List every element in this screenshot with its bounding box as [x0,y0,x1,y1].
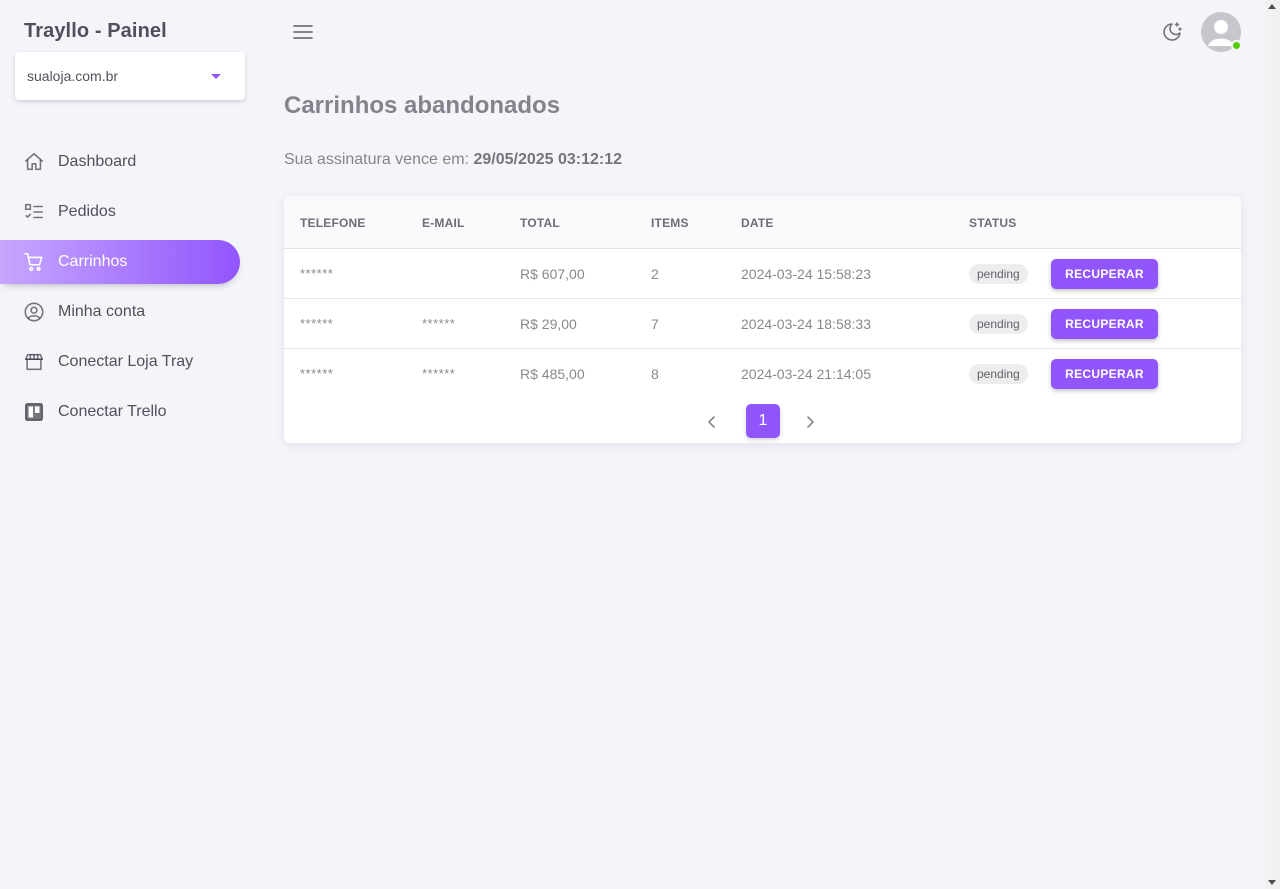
user-circle-icon [22,300,46,324]
table-row: ****** ****** R$ 485,00 8 2024-03-24 21:… [284,349,1241,399]
status-badge: pending [969,364,1028,384]
carts-table-card: TELEFONE E-MAIL TOTAL ITEMS DATE STATUS … [284,196,1241,443]
caret-down-icon [211,73,221,79]
sidebar-item-label: Carrinhos [58,253,128,270]
cell-phone: ****** [300,316,334,331]
recover-button[interactable]: RECUPERAR [1051,359,1158,389]
cell-total: R$ 485,00 [520,366,585,382]
recover-button[interactable]: RECUPERAR [1051,259,1158,289]
cell-email: ****** [422,316,456,331]
sidebar-nav: Dashboard Pedidos Carrinhos Minha conta [0,140,260,440]
subscription-label: Sua assinatura vence em: [284,151,469,168]
cell-items: 2 [651,266,659,282]
store-select[interactable]: sualoja.com.br [15,52,245,100]
checklist-icon [22,200,46,224]
app-title: Trayllo - Painel [24,20,167,42]
app-root: Trayllo - Painel sualoja.com.br Dashboar… [0,0,1265,889]
cell-total: R$ 29,00 [520,316,577,332]
menu-icon[interactable] [290,20,316,44]
home-icon [22,150,46,174]
vertical-scrollbar[interactable] [1265,0,1280,889]
chevron-right-icon[interactable] [800,412,820,432]
sidebar-item-conectar-trello[interactable]: Conectar Trello [0,390,240,434]
cell-items: 7 [651,316,659,332]
table-row: ****** R$ 607,00 2 2024-03-24 15:58:23 p… [284,249,1241,299]
cell-date: 2024-03-24 18:58:33 [741,316,871,332]
recover-button[interactable]: RECUPERAR [1051,309,1158,339]
chevron-left-icon[interactable] [702,412,722,432]
subscription-date: 29/05/2025 03:12:12 [473,151,623,168]
cell-total: R$ 607,00 [520,266,585,282]
sidebar-item-conectar-loja-tray[interactable]: Conectar Loja Tray [0,340,240,384]
status-badge: pending [969,264,1028,284]
sidebar-item-carrinhos[interactable]: Carrinhos [0,240,240,284]
sidebar-item-label: Pedidos [58,203,116,220]
cell-items: 8 [651,366,659,382]
scroll-down-arrow-icon[interactable] [1268,880,1276,885]
sidebar-item-label: Dashboard [58,153,137,170]
sidebar-item-dashboard[interactable]: Dashboard [0,140,240,184]
cell-email: ****** [422,366,456,381]
header-items: ITEMS [651,216,689,230]
header-date: DATE [741,216,774,230]
header-telefone: TELEFONE [300,216,366,230]
online-status-dot [1231,40,1242,51]
trello-icon [22,400,46,424]
sidebar-item-label: Minha conta [58,303,146,320]
header-status: STATUS [969,216,1017,230]
table-header: TELEFONE E-MAIL TOTAL ITEMS DATE STATUS [284,196,1241,249]
cell-phone: ****** [300,366,334,381]
cart-icon [22,250,46,274]
scroll-up-arrow-icon[interactable] [1268,4,1276,9]
cell-date: 2024-03-24 15:58:23 [741,266,871,282]
storefront-icon [22,350,46,374]
status-badge: pending [969,314,1028,334]
sidebar-item-pedidos[interactable]: Pedidos [0,190,240,234]
header-total: TOTAL [520,216,560,230]
sidebar-item-label: Conectar Loja Tray [58,353,194,370]
header-email: E-MAIL [422,216,465,230]
sidebar-item-minha-conta[interactable]: Minha conta [0,290,240,334]
sidebar-item-label: Conectar Trello [58,403,167,420]
store-select-value: sualoja.com.br [27,68,119,84]
page-button-current[interactable]: 1 [746,404,780,438]
cell-phone: ****** [300,266,334,281]
subscription-info: Sua assinatura vence em: 29/05/2025 03:1… [284,151,622,169]
table-row: ****** ****** R$ 29,00 7 2024-03-24 18:5… [284,299,1241,349]
dark-mode-toggle-icon[interactable] [1158,18,1186,46]
page-title: Carrinhos abandonados [284,92,561,119]
pagination: 1 [284,404,1241,438]
avatar[interactable] [1201,12,1242,52]
sidebar: Trayllo - Painel sualoja.com.br Dashboar… [0,0,260,889]
cell-date: 2024-03-24 21:14:05 [741,366,871,382]
